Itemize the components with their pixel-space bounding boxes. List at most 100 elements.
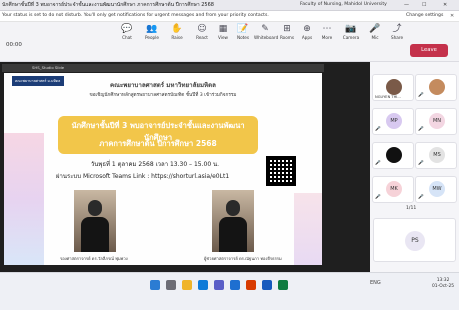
excel-icon[interactable]: [278, 280, 288, 290]
rooms-button[interactable]: ⊞ Rooms: [276, 24, 298, 40]
toolbar-label: Apps: [301, 35, 313, 40]
toolbar-label: Mic: [371, 35, 379, 40]
react-icon: ☺: [197, 24, 207, 34]
muted-mic-icon: 🎤: [418, 195, 424, 200]
banner-line-2: ภาคการศึกษาต้น ปีการศึกษา 2568: [99, 139, 217, 148]
participant-tile[interactable]: NGUYEN THI...: [372, 74, 414, 101]
toolbar-label: Rooms: [279, 35, 295, 40]
avatar: MN: [429, 113, 445, 129]
clock-date: 01-Oct-25: [432, 284, 455, 289]
start-icon[interactable]: [150, 280, 160, 290]
presentation-slide: คณะพยาบาลศาสตร์ ม.มหิดล คณะพยาบาลศาสตร์ …: [4, 73, 322, 265]
apps-icon: ⊕: [303, 24, 311, 34]
speaker-photo-2: [212, 190, 254, 252]
participant-tile[interactable]: 🎤: [372, 142, 414, 169]
shared-window-title: SHS_Studio Slide: [32, 65, 65, 70]
avatar: MW: [429, 181, 445, 197]
raise-button[interactable]: ✋ Raise: [166, 24, 188, 40]
gallery-pager[interactable]: 1/11: [406, 206, 416, 211]
org-name[interactable]: Faculty of Nursing, Mahidol University: [300, 2, 387, 7]
view-button[interactable]: ▦ View: [212, 24, 234, 40]
more-icon: ⋯: [322, 24, 332, 34]
outlook-icon[interactable]: [230, 280, 240, 290]
toolbar-label: View: [218, 35, 228, 40]
maximize-button[interactable]: ☐: [422, 2, 426, 8]
participant-tile[interactable]: MP 🎤: [372, 108, 414, 135]
muted-mic-icon: 🎤: [375, 195, 381, 200]
floral-decoration-right: [294, 193, 322, 265]
participant-tile[interactable]: 🎤: [415, 74, 457, 101]
view-icon: ▦: [218, 24, 228, 34]
muted-mic-icon: 🎤: [418, 127, 424, 132]
avatar: PS: [405, 231, 425, 251]
slide-date: วันพุธที่ 1 ตุลาคม 2568 เวลา 13.30 – 15.…: [90, 161, 220, 168]
avatar: MS: [429, 147, 445, 163]
participant-tile[interactable]: MN 🎤: [415, 108, 457, 135]
share-icon: ⤴: [392, 24, 402, 34]
close-button[interactable]: ✕: [443, 2, 447, 8]
toolbar-label: Raise: [171, 35, 183, 40]
participant-tile[interactable]: MW 🎤: [415, 176, 457, 203]
camera-button[interactable]: 📷 Camera: [340, 24, 362, 40]
toolbar-label: Whiteboard: [254, 35, 279, 40]
avatar: [386, 147, 402, 163]
slide-banner: นักศึกษาชั้นปีที่ 3 พบอาจารย์ประจำชั้นแล…: [58, 116, 258, 154]
powerpoint-icon[interactable]: [246, 280, 256, 290]
avatar: [429, 79, 445, 95]
rooms-icon: ⊞: [283, 24, 291, 34]
toolbar-label: Chat: [122, 35, 132, 40]
dnd-notification: Your status is set to do not disturb. Yo…: [0, 11, 459, 22]
mic-icon: 🎤: [369, 24, 381, 34]
muted-mic-icon: 🎤: [418, 161, 424, 166]
chat-button[interactable]: 💬 Chat: [116, 24, 138, 40]
whiteboard-icon: ✎: [261, 24, 269, 34]
teams-icon[interactable]: [214, 280, 224, 290]
react-button[interactable]: ☺ React: [191, 24, 213, 40]
slide-link: ผ่านระบบ Microsoft Teams Link : https://…: [56, 173, 230, 180]
more-button[interactable]: ⋯ More: [316, 24, 338, 40]
dismiss-notification-button[interactable]: ✕: [450, 13, 454, 19]
avatar: MK: [386, 181, 402, 197]
qr-code: [266, 156, 296, 186]
toolbar-label: Notes: [236, 35, 250, 40]
language-indicator[interactable]: ENG: [370, 280, 381, 286]
participant-tile[interactable]: MK 🎤: [372, 176, 414, 203]
toolbar-label: People: [145, 35, 159, 40]
muted-mic-icon: 🎤: [375, 127, 381, 132]
word-icon[interactable]: [262, 280, 272, 290]
search-icon[interactable]: [166, 280, 176, 290]
raise-hand-icon: ✋: [171, 24, 183, 34]
chat-icon: 💬: [121, 24, 133, 34]
slide-faculty: คณะพยาบาลศาสตร์ มหาวิทยาลัยมหิดล: [110, 82, 216, 89]
mic-button[interactable]: 🎤 Mic: [364, 24, 386, 40]
participant-tile-large[interactable]: PS: [373, 218, 456, 262]
participant-tile[interactable]: MS 🎤: [415, 142, 457, 169]
share-button[interactable]: ⤴ Share: [386, 24, 408, 40]
toolbar-label: Camera: [342, 35, 360, 40]
whiteboard-button[interactable]: ✎ Whiteboard: [254, 24, 279, 40]
title-bar: นักศึกษาชั้นปีที่ 3 พบอาจารย์ประจำชั้นแล…: [0, 0, 459, 11]
system-clock[interactable]: 13:32 01-Oct-25: [432, 278, 454, 290]
people-button[interactable]: 👥 People: [141, 24, 163, 40]
leave-button[interactable]: Leave: [410, 44, 448, 57]
camera-icon: 📷: [345, 24, 357, 34]
speaker-caption-1: รองศาสตราจารย์ ดร.วัลลีภรณ์ พุ่มพวง: [60, 256, 128, 261]
toolbar-label: Share: [390, 35, 404, 40]
muted-mic-icon: 🎤: [418, 93, 424, 98]
file-explorer-icon[interactable]: [182, 280, 192, 290]
window-title: นักศึกษาชั้นปีที่ 3 พบอาจารย์ประจำชั้นแล…: [2, 2, 214, 8]
change-settings-link[interactable]: Change settings: [406, 13, 443, 18]
speaker-caption-2: ผู้ช่วยศาสตราจารย์ ดร.ณัฐนภา ทองจีรธรรม: [204, 256, 282, 261]
avatar: MP: [386, 113, 402, 129]
apps-button[interactable]: ⊕ Apps: [296, 24, 318, 40]
people-icon: 👥: [146, 24, 158, 34]
edge-icon[interactable]: [198, 280, 208, 290]
muted-mic-icon: 🎤: [375, 161, 381, 166]
notes-button[interactable]: 📝 Notes: [232, 24, 254, 40]
minimize-button[interactable]: —: [404, 2, 409, 8]
notes-icon: 📝: [237, 24, 249, 34]
shared-window-bar: SHS_Studio Slide: [2, 64, 324, 72]
toolbar-label: More: [321, 35, 333, 40]
meeting-timer: 00:00: [6, 42, 22, 48]
speaker-photo-1: [74, 190, 116, 252]
